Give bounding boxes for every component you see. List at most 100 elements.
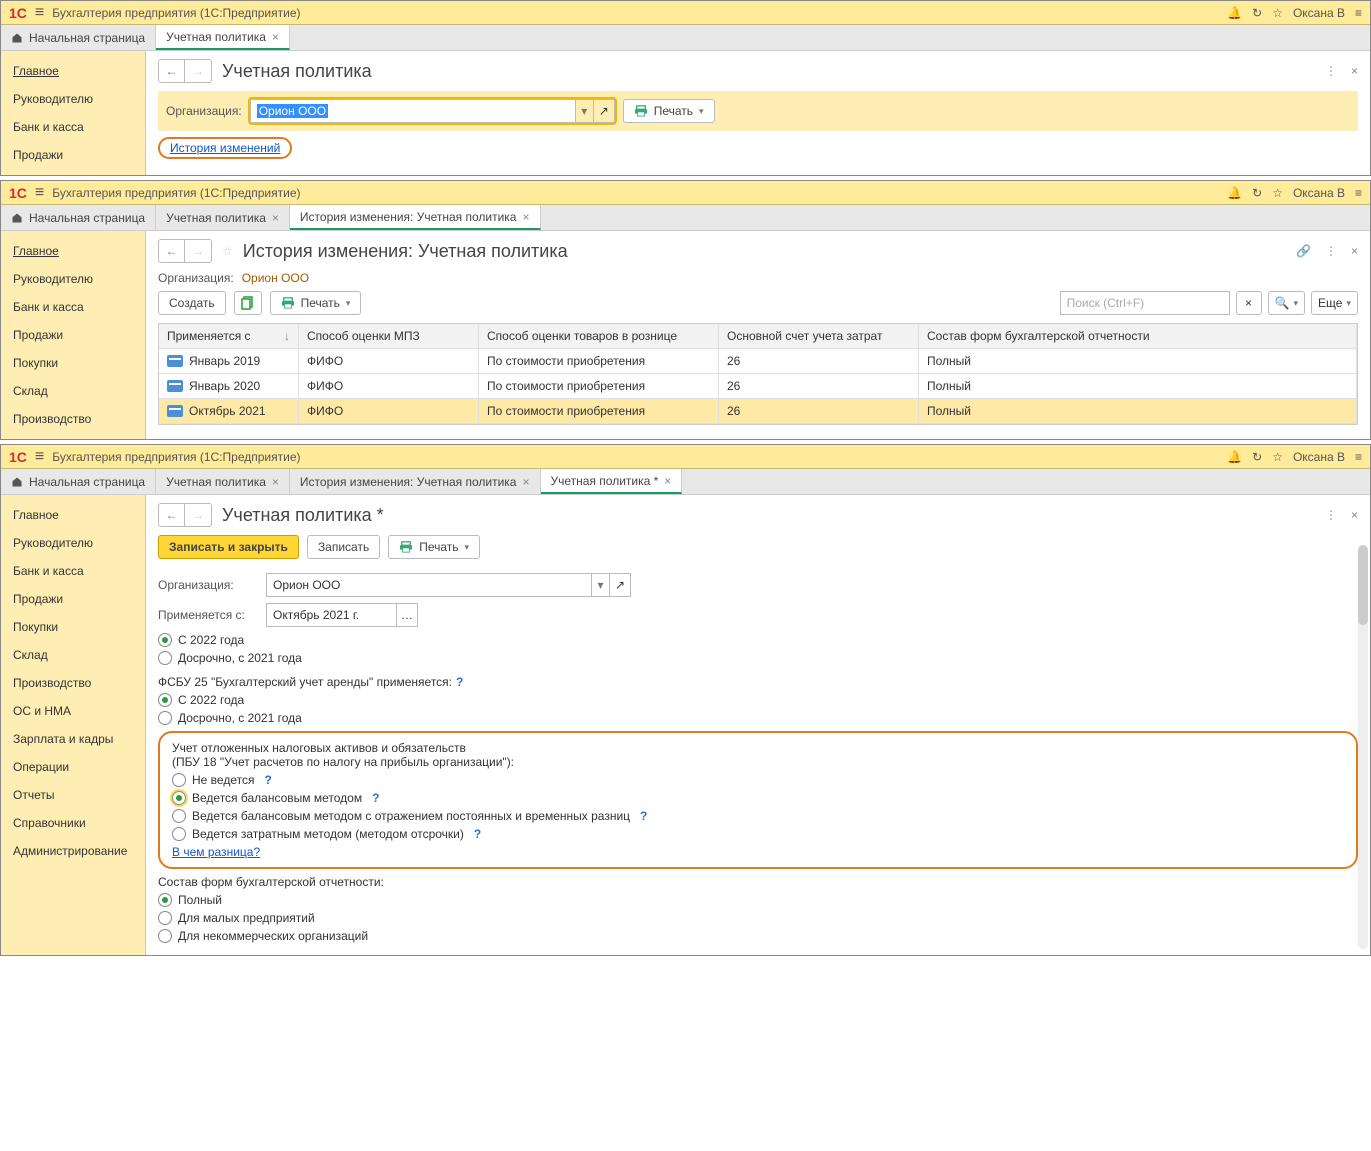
close-form-icon[interactable]: ×: [1351, 64, 1358, 78]
print-button[interactable]: Печать▾: [270, 291, 362, 315]
open-ref-icon[interactable]: ↗: [609, 573, 631, 597]
radio-fsbu-2022[interactable]: С 2022 года: [158, 693, 1358, 707]
user-name[interactable]: Оксана В: [1293, 450, 1345, 464]
tab-accounting-policy[interactable]: Учетная политика×: [156, 205, 290, 230]
table-row[interactable]: Октябрь 2021 ФИФО По стоимости приобрете…: [159, 399, 1357, 424]
sidebar-item-warehouse[interactable]: Склад: [1, 377, 145, 405]
close-icon[interactable]: ×: [522, 210, 529, 224]
sidebar-item-catalogs[interactable]: Справочники: [1, 809, 145, 837]
close-icon[interactable]: ×: [272, 30, 279, 44]
sidebar-item-admin[interactable]: Администрирование: [1, 837, 145, 865]
help-icon[interactable]: ?: [456, 675, 463, 689]
sidebar-item-sales[interactable]: Продажи: [1, 141, 145, 169]
bell-icon[interactable]: 🔔: [1227, 6, 1242, 20]
radio-fsbu-early-2021[interactable]: Досрочно, с 2021 года: [158, 711, 1358, 725]
nav-back-forward[interactable]: ←→: [158, 239, 212, 263]
radio-forms-full[interactable]: Полный: [158, 893, 1358, 907]
sidebar-item-reports[interactable]: Отчеты: [1, 781, 145, 809]
radio-tax-cost[interactable]: Ведется затратным методом (методом отсро…: [172, 827, 1344, 841]
favorite-star-icon[interactable]: ☆: [222, 244, 233, 258]
radio-tax-none[interactable]: Не ведется?: [172, 773, 1344, 787]
sidebar-item-fixed-assets[interactable]: ОС и НМА: [1, 697, 145, 725]
table-row[interactable]: Январь 2019 ФИФО По стоимости приобретен…: [159, 349, 1357, 374]
save-and-close-button[interactable]: Записать и закрыть: [158, 535, 299, 559]
star-icon[interactable]: ☆: [1272, 6, 1283, 20]
sidebar-item-sales[interactable]: Продажи: [1, 321, 145, 349]
sidebar-item-main[interactable]: Главное: [1, 237, 145, 265]
close-icon[interactable]: ×: [664, 474, 671, 488]
tab-accounting-policy[interactable]: Учетная политика×: [156, 25, 290, 50]
tab-history[interactable]: История изменения: Учетная политика×: [290, 205, 541, 230]
sidebar-item-operations[interactable]: Операции: [1, 753, 145, 781]
star-icon[interactable]: ☆: [1272, 450, 1283, 464]
radio-forms-noncom[interactable]: Для некоммерческих организаций: [158, 929, 1358, 943]
tab-home[interactable]: Начальная страница: [1, 469, 156, 494]
bell-icon[interactable]: 🔔: [1227, 450, 1242, 464]
org-input-group[interactable]: Орион ООО ▾ ↗: [266, 573, 631, 597]
dropdown-icon[interactable]: ▾: [591, 573, 609, 597]
radio-tax-balance[interactable]: Ведется балансовым методом?: [172, 791, 1344, 805]
back-icon[interactable]: ←: [159, 504, 185, 526]
hamburger-icon[interactable]: ≡: [35, 448, 44, 466]
print-button[interactable]: Печать▾: [388, 535, 480, 559]
col-account[interactable]: Основной счет учета затрат: [719, 324, 919, 348]
sidebar-item-purchases[interactable]: Покупки: [1, 349, 145, 377]
back-icon[interactable]: ←: [159, 240, 185, 262]
hamburger-icon[interactable]: ≡: [35, 4, 44, 22]
radio-from-2022[interactable]: С 2022 года: [158, 633, 1358, 647]
close-form-icon[interactable]: ×: [1351, 244, 1358, 258]
close-icon[interactable]: ×: [522, 475, 529, 489]
sidebar-item-main[interactable]: Главное: [1, 57, 145, 85]
bell-icon[interactable]: 🔔: [1227, 186, 1242, 200]
radio-early-2021[interactable]: Досрочно, с 2021 года: [158, 651, 1358, 665]
org-input[interactable]: Орион ООО: [250, 99, 575, 123]
search-input[interactable]: Поиск (Ctrl+F): [1060, 291, 1230, 315]
history-icon[interactable]: ↻: [1252, 450, 1262, 464]
create-button[interactable]: Создать: [158, 291, 226, 315]
sidebar-item-hr[interactable]: Зарплата и кадры: [1, 725, 145, 753]
col-forms[interactable]: Состав форм бухгалтерской отчетности: [919, 324, 1357, 348]
org-value[interactable]: Орион ООО: [242, 271, 309, 285]
copy-button[interactable]: [234, 291, 262, 315]
tab-accounting-policy-dirty[interactable]: Учетная политика *×: [541, 469, 683, 494]
user-name[interactable]: Оксана В: [1293, 6, 1345, 20]
tab-home[interactable]: Начальная страница: [1, 205, 156, 230]
ellipsis-icon[interactable]: …: [396, 603, 418, 627]
col-retail[interactable]: Способ оценки товаров в рознице: [479, 324, 719, 348]
sidebar-item-main[interactable]: Главное: [1, 501, 145, 529]
dropdown-icon[interactable]: ▾: [575, 99, 593, 123]
close-icon[interactable]: ×: [272, 475, 279, 489]
history-icon[interactable]: ↻: [1252, 186, 1262, 200]
more-menu-icon[interactable]: ≡: [1355, 450, 1362, 464]
more-menu-icon[interactable]: ≡: [1355, 6, 1362, 20]
close-form-icon[interactable]: ×: [1351, 508, 1358, 522]
history-changes-link[interactable]: История изменений: [170, 141, 280, 155]
print-button[interactable]: Печать▾: [623, 99, 715, 123]
tab-accounting-policy[interactable]: Учетная политика×: [156, 469, 290, 494]
help-icon[interactable]: ?: [474, 827, 481, 841]
sidebar-item-manager[interactable]: Руководителю: [1, 85, 145, 113]
from-input[interactable]: Октябрь 2021 г.: [266, 603, 396, 627]
from-input-group[interactable]: Октябрь 2021 г. …: [266, 603, 418, 627]
kebab-icon[interactable]: ⋮: [1325, 508, 1337, 522]
help-icon[interactable]: ?: [372, 791, 379, 805]
sidebar-item-bank[interactable]: Банк и касса: [1, 113, 145, 141]
more-button[interactable]: Еще ▾: [1311, 291, 1358, 315]
history-icon[interactable]: ↻: [1252, 6, 1262, 20]
back-icon[interactable]: ←: [159, 60, 185, 82]
sidebar-item-production[interactable]: Производство: [1, 669, 145, 697]
col-mpz[interactable]: Способ оценки МПЗ: [299, 324, 479, 348]
tab-home[interactable]: Начальная страница: [1, 25, 156, 50]
search-clear-button[interactable]: ×: [1236, 291, 1262, 315]
kebab-icon[interactable]: ⋮: [1325, 64, 1337, 78]
save-button[interactable]: Записать: [307, 535, 380, 559]
sidebar-item-sales[interactable]: Продажи: [1, 585, 145, 613]
sidebar-item-warehouse[interactable]: Склад: [1, 641, 145, 669]
org-input-group[interactable]: Орион ООО ▾ ↗: [250, 99, 615, 123]
tab-history[interactable]: История изменения: Учетная политика×: [290, 469, 541, 494]
org-input[interactable]: Орион ООО: [266, 573, 591, 597]
nav-back-forward[interactable]: ←→: [158, 503, 212, 527]
sidebar-item-production[interactable]: Производство: [1, 405, 145, 433]
sidebar-item-purchases[interactable]: Покупки: [1, 613, 145, 641]
table-row[interactable]: Январь 2020 ФИФО По стоимости приобретен…: [159, 374, 1357, 399]
